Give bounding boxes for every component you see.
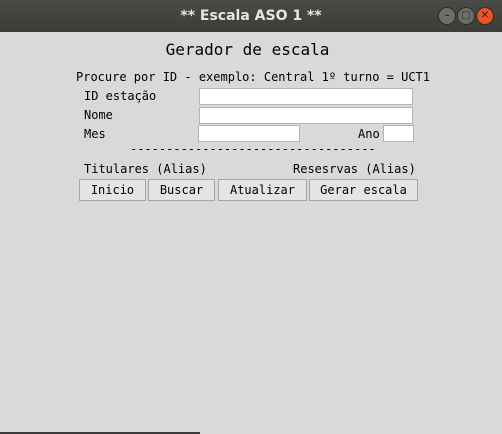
mes-input[interactable] [198,125,300,142]
ano-input[interactable] [383,125,414,142]
nome-input[interactable] [199,107,413,124]
page-title: Gerador de escala [165,40,330,59]
atualizar-button[interactable]: Atualizar [218,179,307,201]
title-bar: ** Escala ASO 1 ** – □ ✕ [0,0,502,32]
ano-label: Ano [358,127,380,141]
buscar-button[interactable]: Buscar [148,179,215,201]
minimize-button[interactable]: – [438,7,456,25]
close-button[interactable]: ✕ [476,7,494,25]
main-panel: Gerador de escala Procure por ID - exemp… [0,32,502,434]
mes-label: Mes [84,127,106,141]
close-icon: ✕ [480,10,490,21]
id-station-label: ID estação [84,89,157,103]
separator-line: ---------------------------------- [130,142,376,156]
inicio-button[interactable]: Inicio [79,179,146,201]
nome-label: Nome [84,108,113,122]
search-instructions: Procure por ID - exemplo: Central 1º tur… [76,70,431,84]
id-station-input[interactable] [199,88,413,105]
maximize-button[interactable]: □ [457,7,475,25]
titulares-label: Titulares (Alias) [84,162,207,176]
maximize-icon: □ [461,10,471,21]
window-title: ** Escala ASO 1 ** [180,8,322,24]
minimize-icon: – [444,10,450,21]
reservas-label: Resesrvas (Alias) [293,162,416,176]
gerar-escala-button[interactable]: Gerar escala [309,179,418,201]
